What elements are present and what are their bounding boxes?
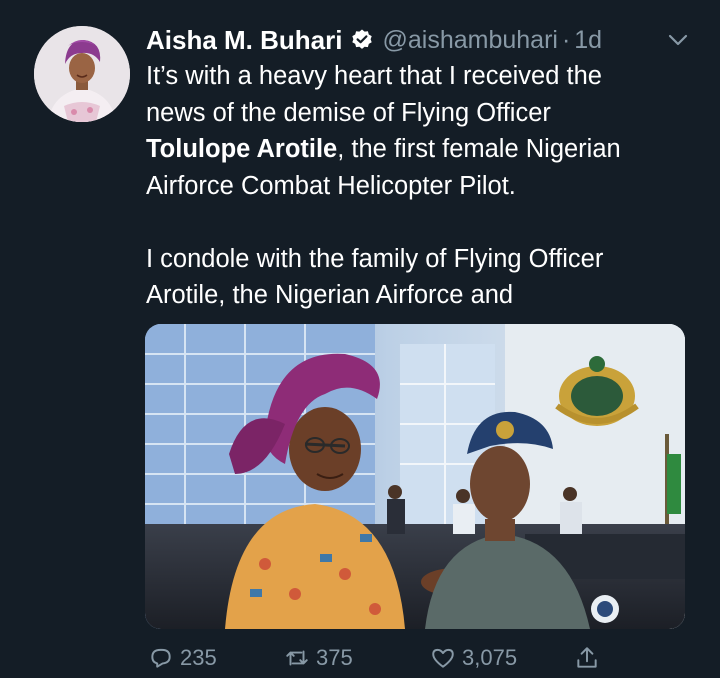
verified-badge-icon bbox=[350, 28, 374, 52]
chevron-down-icon[interactable] bbox=[666, 28, 690, 52]
avatar-image bbox=[34, 26, 130, 122]
tweet-text-segment: , the first female Nigerian bbox=[337, 135, 621, 163]
reply-icon bbox=[151, 648, 171, 668]
share-button[interactable] bbox=[574, 645, 606, 671]
user-handle[interactable]: @aishambuhari bbox=[382, 26, 557, 55]
display-name[interactable]: Aisha M. Buhari bbox=[146, 25, 342, 56]
reply-count: 235 bbox=[180, 645, 217, 670]
tweet-text-line: news of the demise of Flying Officer bbox=[146, 98, 551, 127]
retweet-button[interactable]: 375 bbox=[284, 645, 353, 671]
share-icon bbox=[577, 647, 597, 668]
reply-button[interactable]: 235 bbox=[148, 645, 217, 671]
tweet-text-line: Tolulope Arotile, the first female Niger… bbox=[146, 131, 706, 168]
tweet-card[interactable]: Aisha M. Buhari @aishambuhari · 1d It’s … bbox=[0, 0, 720, 678]
tweet-actions: 235 375 3,075 bbox=[146, 642, 606, 674]
retweet-icon bbox=[286, 650, 308, 666]
tweet-text-line: Arotile, the Nigerian Airforce and bbox=[146, 281, 514, 309]
photo-image bbox=[145, 324, 685, 629]
like-button[interactable]: 3,075 bbox=[430, 645, 517, 671]
tweet-photo[interactable] bbox=[145, 324, 685, 629]
like-count: 3,075 bbox=[462, 645, 518, 670]
avatar[interactable] bbox=[34, 26, 130, 122]
tweet-header: Aisha M. Buhari @aishambuhari · 1d bbox=[146, 24, 700, 56]
tweet-text: It’s with a heavy heart that I received … bbox=[146, 58, 706, 314]
heart-icon bbox=[432, 648, 454, 668]
retweet-count: 375 bbox=[316, 645, 353, 670]
tweet-text-line: Airforce Combat Helicopter Pilot. bbox=[146, 171, 516, 200]
separator-dot: · bbox=[561, 25, 571, 54]
tweet-text-line: I condole with the family of Flying Offi… bbox=[146, 244, 604, 273]
timestamp[interactable]: 1d bbox=[574, 26, 602, 55]
tweet-text-line: It’s with a heavy heart that I received … bbox=[146, 62, 602, 90]
tweet-text-bold: Tolulope Arotile bbox=[146, 135, 338, 163]
